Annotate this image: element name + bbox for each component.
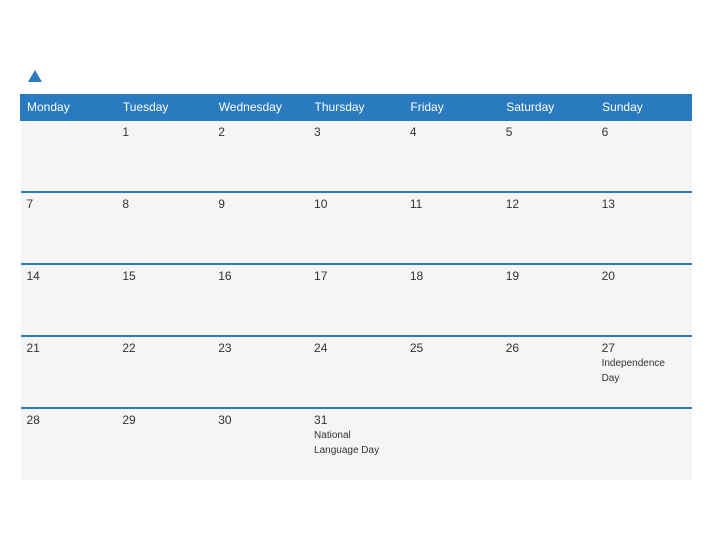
- day-number: 15: [122, 269, 206, 283]
- day-number: 1: [122, 125, 206, 139]
- day-number: 23: [218, 341, 302, 355]
- week-row-2: 789 10 11 12 13: [21, 192, 692, 264]
- day-number: 12: [506, 197, 590, 211]
- day-number: 25: [410, 341, 494, 355]
- calendar-cell: 29: [116, 408, 212, 480]
- calendar-cell: 11: [404, 192, 500, 264]
- calendar-cell: 3: [308, 120, 404, 192]
- week-row-5: 28 29 30 31 National Language Day: [21, 408, 692, 480]
- calendar-cell: [500, 408, 596, 480]
- calendar-cell: 2: [212, 120, 308, 192]
- calendar-cell: 20: [596, 264, 692, 336]
- calendar-cell: 14: [21, 264, 117, 336]
- weekday-header-wednesday: Wednesday: [212, 95, 308, 121]
- holiday-name: Independence Day: [602, 358, 665, 384]
- day-number: 9: [218, 197, 302, 211]
- week-row-4: 21 22 23 24 25 26 27 Independence Day: [21, 336, 692, 408]
- day-number: 19: [506, 269, 590, 283]
- calendar-cell: [404, 408, 500, 480]
- calendar-cell: 7: [21, 192, 117, 264]
- day-number: 13: [602, 197, 686, 211]
- day-number: 16: [218, 269, 302, 283]
- calendar-cell: 1: [116, 120, 212, 192]
- calendar-container: MondayTuesdayWednesdayThursdayFridaySatu…: [10, 60, 702, 490]
- calendar-cell: 28: [21, 408, 117, 480]
- logo: [24, 70, 42, 82]
- logo-triangle-icon: [28, 70, 42, 82]
- weekday-header-sunday: Sunday: [596, 95, 692, 121]
- week-row-3: 14 15 16 17 18 19 20: [21, 264, 692, 336]
- day-number: 28: [27, 413, 111, 427]
- calendar-cell: 23: [212, 336, 308, 408]
- day-number: 20: [602, 269, 686, 283]
- calendar-cell: 24: [308, 336, 404, 408]
- calendar-cell: 22: [116, 336, 212, 408]
- calendar-cell: 25: [404, 336, 500, 408]
- day-number: 31: [314, 413, 398, 427]
- day-number: 17: [314, 269, 398, 283]
- weekday-header-row: MondayTuesdayWednesdayThursdayFridaySatu…: [21, 95, 692, 121]
- day-number: 3: [314, 125, 398, 139]
- calendar-cell: 9: [212, 192, 308, 264]
- calendar-cell: 10: [308, 192, 404, 264]
- calendar-cell: 8: [116, 192, 212, 264]
- calendar-cell: 21: [21, 336, 117, 408]
- holiday-name: National Language Day: [314, 430, 379, 456]
- day-number: 27: [602, 341, 686, 355]
- calendar-cell: [21, 120, 117, 192]
- calendar-header: [20, 70, 692, 82]
- day-number: 18: [410, 269, 494, 283]
- day-number: 21: [27, 341, 111, 355]
- calendar-cell: 4: [404, 120, 500, 192]
- weekday-header-tuesday: Tuesday: [116, 95, 212, 121]
- day-number: 29: [122, 413, 206, 427]
- day-number: 8: [122, 197, 206, 211]
- weekday-header-friday: Friday: [404, 95, 500, 121]
- calendar-cell: 19: [500, 264, 596, 336]
- calendar-cell: 27 Independence Day: [596, 336, 692, 408]
- weekday-header-saturday: Saturday: [500, 95, 596, 121]
- day-number: 24: [314, 341, 398, 355]
- day-number: 30: [218, 413, 302, 427]
- day-number: 2: [218, 125, 302, 139]
- day-number: 26: [506, 341, 590, 355]
- calendar-cell: 26: [500, 336, 596, 408]
- day-number: 11: [410, 197, 494, 211]
- weekday-header-monday: Monday: [21, 95, 117, 121]
- day-number: 5: [506, 125, 590, 139]
- day-number: 10: [314, 197, 398, 211]
- calendar-cell: 31 National Language Day: [308, 408, 404, 480]
- calendar-cell: 5: [500, 120, 596, 192]
- day-number: 22: [122, 341, 206, 355]
- calendar-cell: [596, 408, 692, 480]
- calendar-cell: 18: [404, 264, 500, 336]
- calendar-grid: MondayTuesdayWednesdayThursdayFridaySatu…: [20, 94, 692, 480]
- day-number: 7: [27, 197, 111, 211]
- calendar-cell: 30: [212, 408, 308, 480]
- calendar-cell: 15: [116, 264, 212, 336]
- week-row-1: 123456: [21, 120, 692, 192]
- calendar-cell: 17: [308, 264, 404, 336]
- day-number: 6: [602, 125, 686, 139]
- weekday-header-thursday: Thursday: [308, 95, 404, 121]
- calendar-cell: 16: [212, 264, 308, 336]
- calendar-cell: 13: [596, 192, 692, 264]
- day-number: 4: [410, 125, 494, 139]
- calendar-cell: 6: [596, 120, 692, 192]
- day-number: 14: [27, 269, 111, 283]
- calendar-cell: 12: [500, 192, 596, 264]
